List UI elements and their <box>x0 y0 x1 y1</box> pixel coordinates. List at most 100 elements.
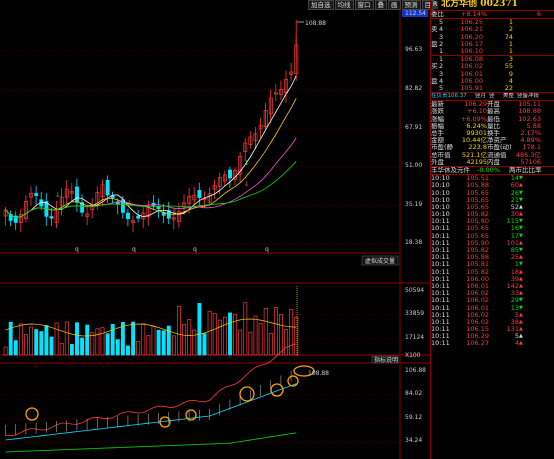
tick-price: 106.02 <box>466 318 489 326</box>
indicator-panel-tag[interactable]: 指标说明 <box>374 356 398 364</box>
stock-title: R 北方华创 002371 <box>431 0 554 10</box>
stats-label: 涨跌 <box>431 108 444 116</box>
draw-button[interactable]: 画 <box>388 0 401 10</box>
tick-volume: 29 <box>510 297 519 305</box>
add-favorite-button[interactable]: 加自选 <box>308 0 334 10</box>
down-arrow-icon: ▼ <box>519 225 523 232</box>
tick-volume: 18 <box>510 268 519 276</box>
bid-level-row[interactable]: 3 106.01 9 <box>431 71 554 78</box>
category-tab[interactable]: 美整 <box>503 93 517 100</box>
moving-average-button[interactable]: 均线 <box>334 0 354 10</box>
stats-label: 净资产 <box>487 137 507 145</box>
candle-body <box>197 190 202 198</box>
ask-side-label <box>431 19 439 26</box>
stats-label: 流通值 <box>487 151 507 159</box>
volume-bar <box>85 324 90 356</box>
bid-level: 1 <box>439 56 444 64</box>
category-tab[interactable]: 竖 <box>489 93 503 100</box>
tick-row: 10:11 105.65 17 ▼ <box>431 233 554 240</box>
volume-bar <box>202 333 207 356</box>
stats-value: +6.10 <box>467 108 487 116</box>
stats-row: 金额 10.44亿 净资产 4.89% <box>431 137 554 144</box>
q-marker: q <box>265 246 269 253</box>
ask-price: 106.25 <box>460 19 483 27</box>
bid-side-label <box>431 71 439 78</box>
tick-time: 10:11 <box>431 232 450 240</box>
volume-bar <box>39 331 44 356</box>
down-arrow-icon: ▼ <box>519 261 523 268</box>
ask-volume: 1 <box>508 47 513 55</box>
category-tab[interactable]: 在负责106.37 <box>431 93 475 100</box>
tick-volume: 17 <box>510 232 519 240</box>
window-button[interactable]: 窗口 <box>354 0 374 10</box>
tick-row: 10:11 105.82 85 ▼ <box>431 247 554 254</box>
forecast-button[interactable]: 预测 <box>401 0 421 10</box>
ask-volume: 2 <box>508 26 513 34</box>
stats-row: 总手 99301 换手 2.17% <box>431 130 554 137</box>
bid-level-row[interactable]: 买 2 106.02 55 <box>431 63 554 70</box>
volume-panel-tag[interactable]: 虚拟成交量 <box>365 257 395 265</box>
bid-level-row[interactable]: 1 106.08 3 <box>431 56 554 63</box>
volume-bar <box>8 321 13 356</box>
stock-name[interactable]: 北方华创 002371 <box>441 0 518 9</box>
stats-label: 最高 <box>487 108 500 116</box>
ask-level-row[interactable]: 1 106.10 1 <box>431 48 554 55</box>
price-axis-label: 112.54 <box>405 10 426 17</box>
tick-time: 10:11 <box>431 318 450 326</box>
stats-row: 涨跌 +6.10 最高 108.88 <box>431 108 554 115</box>
stats-value: 106.29 <box>464 101 487 109</box>
up-arrow-icon: ▲ <box>519 239 523 246</box>
price-axis-label: 67.91 <box>405 124 422 131</box>
kline-chart[interactable]: ↓↓↓↓↓ 112.54 96.63 82.82 67.91 51.00 35.… <box>0 0 430 459</box>
tick-volume: 142 <box>506 282 519 290</box>
candle-body <box>136 215 141 219</box>
tick-price: 105.65 <box>466 203 489 211</box>
tick-price: 105.82 <box>466 211 489 219</box>
tick-row: 10:11 105.65 16 ▼ <box>431 225 554 232</box>
tick-time: 10:11 <box>431 333 450 341</box>
volume-axis-label: 17124 <box>405 334 424 341</box>
up-arrow-icon: ▲ <box>519 333 523 340</box>
volume-bar <box>131 321 136 356</box>
tick-volume: 60 <box>510 182 519 190</box>
volume-bar <box>75 322 79 356</box>
ask-level-row[interactable]: 卖 4 106.21 2 <box>431 26 554 33</box>
ask-side-label <box>431 48 439 55</box>
category-tab[interactable]: 竖月 <box>475 93 489 100</box>
tick-row: 10:11 106.02 5 ▲ <box>431 312 554 319</box>
stats-label: 市盈(静) <box>431 144 453 152</box>
volume-bar <box>197 303 202 356</box>
overlay-button[interactable]: 叠 <box>374 0 387 10</box>
stats-value: 108.88 <box>518 108 541 116</box>
bid-volume: 3 <box>508 56 513 64</box>
tick-time: 10:10 <box>431 196 450 204</box>
stats-value: 105.11 <box>518 101 541 109</box>
ask-level-row[interactable]: 5 106.25 1 <box>431 19 554 26</box>
bid-level-row[interactable]: 5 105.91 22 <box>431 85 554 92</box>
tick-time: 10:11 <box>431 225 450 233</box>
stats-value: 10.44亿 <box>461 137 487 145</box>
bid-volume: 9 <box>508 70 513 78</box>
tick-time: 10:10 <box>431 175 450 183</box>
indicator-axis-label: 59.12 <box>405 414 422 421</box>
tick-price: 106.02 <box>466 290 489 298</box>
up-arrow-icon: ▲ <box>519 326 523 333</box>
weibi-label: 委比 <box>431 11 444 18</box>
tick-price: 106.02 <box>466 297 489 305</box>
up-arrow-icon: ▲ <box>519 211 523 218</box>
q-marker: q <box>132 246 136 253</box>
bid-level-row[interactable]: 盘 4 106.00 4 <box>431 78 554 85</box>
tick-row: 10:10 105.51 14 ▼ <box>431 175 554 182</box>
stats-value: 521.1亿 <box>461 151 487 159</box>
price-axis-label: 96.63 <box>405 46 422 53</box>
ask-level-row[interactable]: 3 106.20 74 <box>431 34 554 41</box>
bid-side-label: 盘 <box>431 77 438 85</box>
tick-row: 10:10 105.65 26 ▼ <box>431 190 554 197</box>
q-marker: q <box>193 246 197 253</box>
stats-label: 最低 <box>487 115 500 123</box>
category-tab[interactable]: 竖备冲段 <box>517 93 551 100</box>
tick-row: 10:11 105.82 18 ▲ <box>431 269 554 276</box>
tick-header-pct: -0.00% <box>477 166 500 174</box>
ask-level-row[interactable]: 盘 2 106.17 1 <box>431 41 554 48</box>
stats-label: 开盘 <box>487 101 500 109</box>
